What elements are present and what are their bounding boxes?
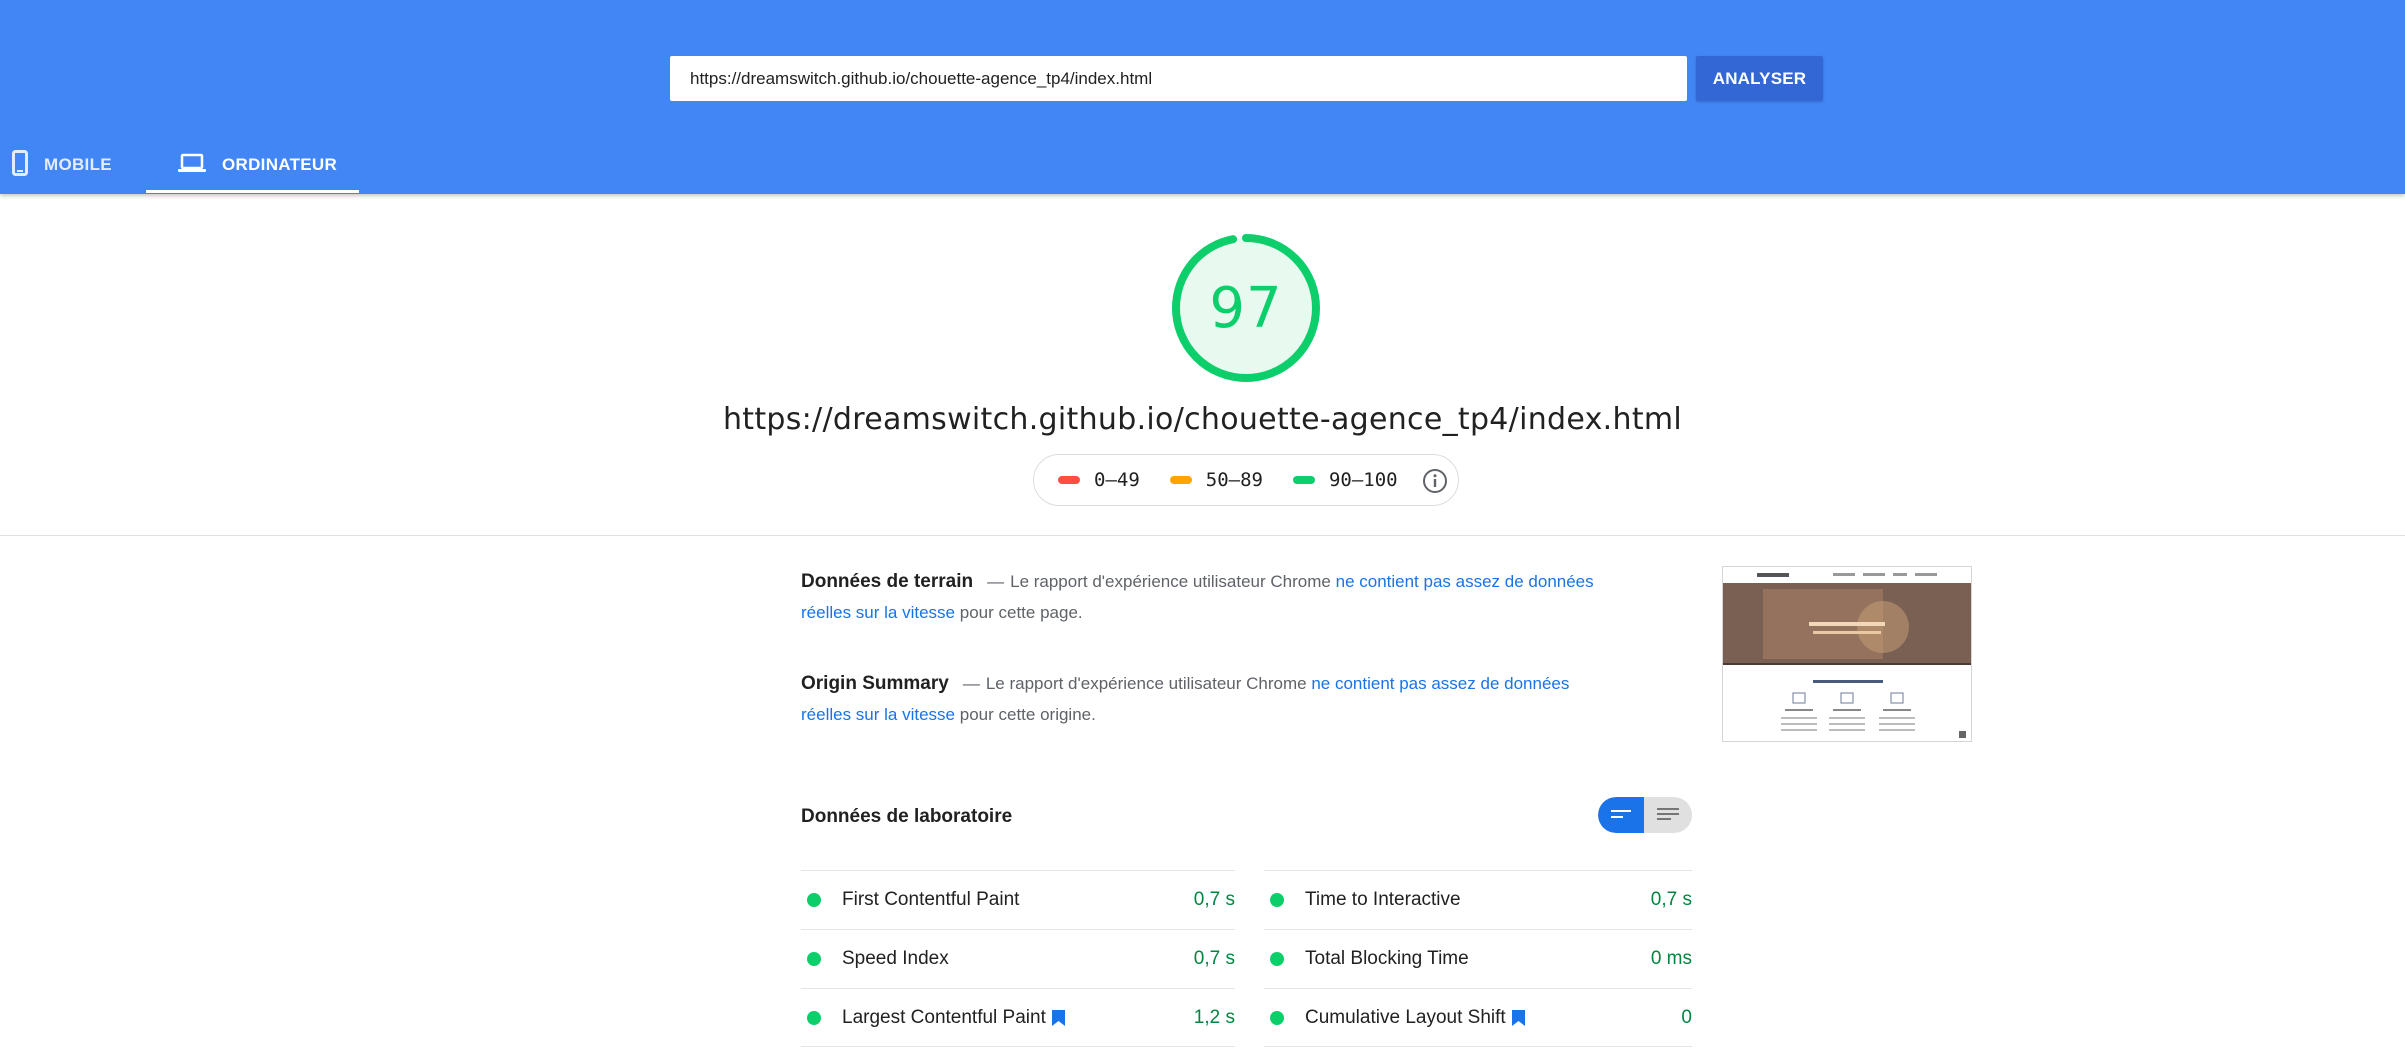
info-icon[interactable]	[1422, 468, 1448, 494]
field-data-dash: —	[987, 572, 1005, 591]
laptop-icon	[178, 153, 206, 178]
metric-label-text: Largest Contentful Paint	[842, 1006, 1046, 1028]
metric-value: 0	[1681, 1006, 1692, 1028]
field-data-text-after: pour cette page.	[959, 603, 1083, 622]
smartphone-icon	[12, 149, 28, 181]
pass-indicator-icon	[807, 893, 821, 907]
metric-label-text: Total Blocking Time	[1305, 948, 1469, 969]
report-url: https://dreamswitch.github.io/chouette-a…	[722, 402, 1683, 437]
legend-label: 90–100	[1328, 469, 1398, 491]
metric-label: Largest Contentful Paint	[842, 1007, 1194, 1029]
pass-indicator-icon	[1270, 893, 1284, 907]
score-legend: 0–49 50–89 90–100	[1033, 454, 1459, 506]
section-divider	[0, 535, 2405, 536]
tab-mobile[interactable]: MOBILE	[12, 136, 132, 194]
metric-label-text: Time to Interactive	[1305, 889, 1461, 910]
origin-summary-dash: —	[962, 674, 980, 693]
legend-swatch-pass	[1292, 476, 1315, 484]
field-data-text: Le rapport d'expérience utilisateur Chro…	[1010, 572, 1331, 591]
toggle-expanded-view[interactable]	[1644, 797, 1692, 833]
origin-summary-section: Origin Summary — Le rapport d'expérience u…	[801, 668, 1621, 730]
legend-swatch-average	[1169, 476, 1192, 484]
lab-data-title: Données de laboratoire	[801, 806, 1013, 827]
metric-value: 1,2 s	[1193, 1006, 1235, 1028]
metric-row: Cumulative Layout Shift 0	[1264, 988, 1692, 1047]
url-input[interactable]	[670, 56, 1687, 101]
tab-desktop[interactable]: ORDINATEUR	[146, 136, 359, 194]
toggle-compact-view[interactable]	[1598, 797, 1644, 833]
core-web-vital-bookmark-icon	[1051, 1009, 1065, 1026]
active-tab-indicator	[146, 190, 359, 193]
legend-label: 0–49	[1094, 469, 1140, 491]
metric-label-text: First Contentful Paint	[842, 889, 1020, 910]
metric-label: Cumulative Layout Shift	[1305, 1007, 1681, 1029]
metric-row: Speed Index 0,7 s	[801, 929, 1235, 988]
metric-row: First Contentful Paint 0,7 s	[801, 870, 1235, 929]
screenshot-image	[1723, 567, 1971, 738]
metrics-view-toggle[interactable]	[1598, 797, 1692, 833]
expanded-list-icon	[1657, 808, 1679, 820]
legend-item-fail: 0–49	[1058, 469, 1140, 491]
legend-swatch-fail	[1058, 476, 1080, 484]
metric-value: 0,7 s	[1650, 889, 1692, 910]
tab-desktop-label: ORDINATEUR	[222, 155, 338, 174]
metric-label: Time to Interactive	[1305, 889, 1651, 911]
metric-label-text: Cumulative Layout Shift	[1305, 1006, 1506, 1028]
metric-value: 0,7 s	[1193, 948, 1235, 969]
pass-indicator-icon	[1270, 952, 1284, 966]
metric-row: Largest Contentful Paint 1,2 s	[801, 988, 1235, 1047]
page-screenshot-thumbnail	[1722, 566, 1972, 742]
core-web-vital-bookmark-icon	[1511, 1009, 1525, 1026]
header-bar: ANALYSER MOBILE ORDINATEUR	[0, 0, 2405, 194]
metric-row: Total Blocking Time 0 ms	[1264, 929, 1692, 988]
legend-label: 50–89	[1205, 469, 1263, 491]
tab-mobile-label: MOBILE	[44, 155, 112, 174]
metric-label: Total Blocking Time	[1305, 948, 1651, 970]
metric-label-text: Speed Index	[842, 948, 949, 969]
metric-label: First Contentful Paint	[842, 889, 1194, 911]
legend-item-average: 50–89	[1169, 469, 1263, 491]
performance-score: 97	[1209, 275, 1283, 341]
field-data-section: Données de terrain — Le rapport d'expérien…	[801, 566, 1621, 628]
metric-value: 0 ms	[1650, 948, 1692, 969]
metric-row: Time to Interactive 0,7 s	[1264, 870, 1692, 929]
pass-indicator-icon	[807, 1010, 821, 1025]
origin-summary-text-after: pour cette origine.	[959, 705, 1096, 724]
origin-summary-text: Le rapport d'expérience utilisateur Chro…	[985, 674, 1307, 693]
compact-list-icon	[1611, 810, 1631, 818]
pass-indicator-icon	[1270, 1010, 1284, 1025]
origin-summary-title: Origin Summary	[801, 673, 949, 694]
metric-value: 0,7 s	[1193, 889, 1235, 910]
field-data-title: Données de terrain	[801, 571, 974, 592]
pass-indicator-icon	[807, 952, 821, 966]
analyse-button[interactable]: ANALYSER	[1696, 56, 1823, 101]
metric-label: Speed Index	[842, 948, 1194, 970]
legend-item-pass: 90–100	[1292, 469, 1398, 491]
